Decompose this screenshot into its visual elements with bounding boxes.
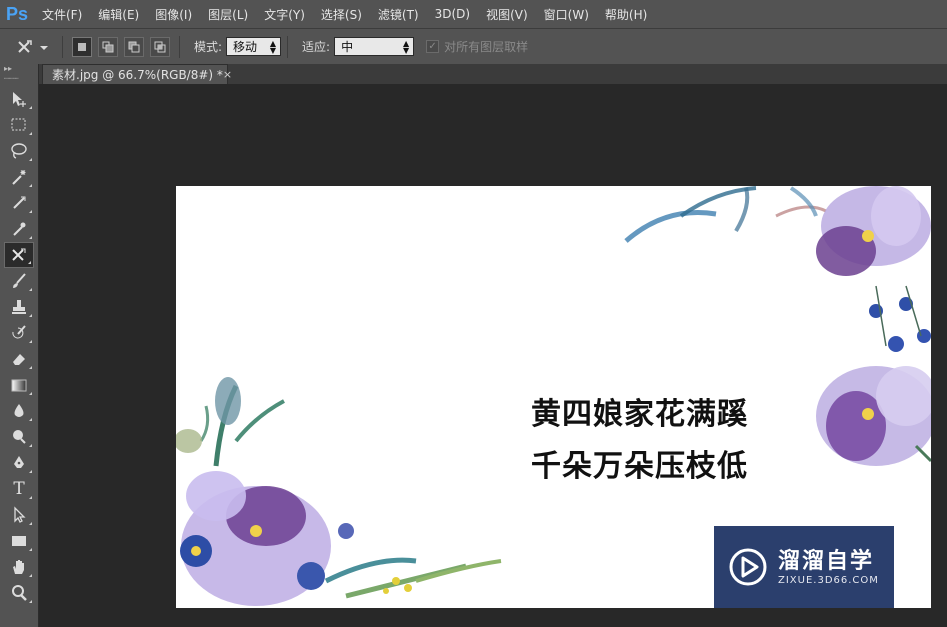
divider [179, 35, 180, 58]
photoshop-logo: Ps [5, 3, 29, 24]
menu-help[interactable]: 帮助(H) [597, 6, 655, 23]
divider [287, 35, 289, 58]
sample-all-layers-checkbox[interactable]: ✓ 对所有图层取样 [426, 38, 528, 55]
history-brush-tool-icon[interactable] [4, 320, 34, 346]
eyedropper-tool-icon[interactable] [4, 216, 34, 242]
document-tab-bar: 素材.jpg @ 66.7%(RGB/8#) * × [39, 64, 947, 84]
adapt-value: 中 [341, 40, 354, 54]
type-tool-icon[interactable]: T [4, 476, 34, 502]
subtract-selection-icon [128, 41, 140, 52]
hand-tool-icon[interactable] [4, 554, 34, 580]
add-selection-icon [102, 41, 114, 52]
menu-select[interactable]: 选择(S) [313, 6, 370, 23]
poem-text: 黄四娘家花满蹊 千朵万朵压枝低 [531, 389, 748, 493]
mode-value: 移动 [233, 40, 258, 54]
updown-arrows-icon: ▲ ▼ [269, 38, 277, 55]
document-tab[interactable]: 素材.jpg @ 66.7%(RGB/8#) * × [42, 64, 232, 84]
options-bar: 模式: 移动 ▲ ▼ 适应: 中 ▲ ▼ ✓ 对所有图层取样 [0, 28, 947, 65]
menu-file[interactable]: 文件(F) [34, 6, 90, 23]
watermark-text: 溜溜自学 ZIXUE.3D66.COM [778, 549, 879, 586]
crop-tool-icon[interactable] [4, 190, 34, 216]
watermark: 溜溜自学 ZIXUE.3D66.COM [714, 526, 894, 608]
adapt-label: 适应: [302, 40, 331, 54]
watermark-title: 溜溜自学 [778, 548, 875, 574]
checkmark-icon: ✓ [426, 40, 440, 53]
marquee-tool-icon[interactable] [4, 112, 34, 138]
new-selection-icon [78, 42, 86, 51]
move-tool-icon[interactable] [4, 86, 34, 112]
updown-arrows-icon: ▲ ▼ [402, 38, 410, 55]
grip-icon: ┈┈┈ [4, 74, 19, 83]
toolbox: ▸▸ ┈┈┈ T [0, 64, 39, 627]
pen-tool-icon[interactable] [4, 450, 34, 476]
zoom-tool-icon[interactable] [4, 580, 34, 606]
magic-wand-tool-icon[interactable] [4, 164, 34, 190]
add-to-selection-button[interactable] [98, 36, 118, 57]
dodge-tool-icon[interactable] [4, 424, 34, 450]
menu-layer[interactable]: 图层(L) [200, 6, 256, 23]
menu-view[interactable]: 视图(V) [478, 6, 536, 23]
stamp-tool-icon[interactable] [4, 294, 34, 320]
path-selection-tool-icon[interactable] [4, 502, 34, 528]
divider [62, 35, 63, 58]
menu-window[interactable]: 窗口(W) [536, 6, 597, 23]
play-logo-icon [729, 548, 767, 586]
eraser-tool-icon[interactable] [4, 346, 34, 372]
new-selection-button[interactable] [72, 36, 92, 57]
content-aware-move-icon [18, 39, 48, 53]
adapt-select[interactable]: 中 ▲ ▼ [334, 37, 415, 56]
content-aware-move-tool-icon[interactable] [4, 242, 34, 268]
poem-line-2: 千朵万朵压枝低 [531, 449, 748, 484]
lasso-tool-icon[interactable] [4, 138, 34, 164]
close-icon[interactable]: × [223, 68, 232, 81]
mode-select[interactable]: 移动 ▲ ▼ [226, 37, 282, 56]
poem-line-1: 黄四娘家花满蹊 [531, 397, 748, 432]
gradient-tool-icon[interactable] [4, 372, 34, 398]
collapse-icon[interactable]: ▸▸ [4, 64, 12, 73]
mode-label: 模式: [194, 40, 223, 54]
intersect-selection-icon [154, 41, 166, 52]
watermark-subtitle: ZIXUE.3D66.COM [778, 574, 879, 586]
rectangle-tool-icon[interactable] [4, 528, 34, 554]
menu-3d[interactable]: 3D(D) [427, 7, 478, 21]
subtract-from-selection-button[interactable] [124, 36, 144, 57]
brush-tool-icon[interactable] [4, 268, 34, 294]
sample-all-layers-label: 对所有图层取样 [444, 40, 529, 54]
menu-image[interactable]: 图像(I) [147, 6, 200, 23]
menu-type[interactable]: 文字(Y) [256, 6, 313, 23]
menu-edit[interactable]: 编辑(E) [90, 6, 147, 23]
menu-filter[interactable]: 滤镜(T) [370, 6, 427, 23]
menu-bar: Ps 文件(F) 编辑(E) 图像(I) 图层(L) 文字(Y) 选择(S) 滤… [0, 0, 947, 28]
tool-preset-picker[interactable] [16, 35, 56, 59]
toolbox-header[interactable]: ▸▸ ┈┈┈ [0, 64, 38, 86]
intersect-selection-button[interactable] [150, 36, 170, 57]
blur-tool-icon[interactable] [4, 398, 34, 424]
document-canvas[interactable]: 黄四娘家花满蹊 千朵万朵压枝低 溜溜自学 ZIXUE.3D66.COM [176, 186, 931, 608]
document-tab-title: 素材.jpg @ 66.7%(RGB/8#) * [52, 68, 223, 82]
